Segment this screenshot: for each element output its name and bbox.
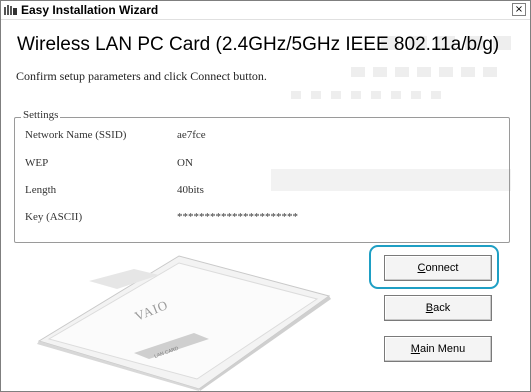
main-menu-label: ain Menu [419, 343, 466, 355]
app-icon [4, 5, 17, 15]
close-button[interactable]: × [512, 3, 526, 16]
setting-row-ssid: Network Name (SSID) ae7fce [25, 129, 206, 141]
settings-legend: Settings [21, 109, 61, 121]
title-bar: Easy Installation Wizard × [1, 1, 530, 20]
main-menu-mnemonic: M [410, 343, 420, 355]
setting-label: Network Name (SSID) [25, 129, 127, 141]
setting-row-key: Key (ASCII) ********************** [25, 211, 298, 223]
setting-value: ********************** [177, 211, 298, 223]
setting-value: ae7fce [177, 129, 206, 141]
pc-card-illustration: VAIO LAN CARD [37, 255, 331, 391]
setting-value: ON [177, 157, 193, 169]
back-button[interactable]: Back [384, 295, 492, 321]
setting-label: Key (ASCII) [25, 211, 83, 223]
back-label: ack [433, 302, 451, 314]
close-icon: × [514, 4, 524, 15]
main-menu-button[interactable]: Main Menu [384, 336, 492, 362]
instruction-text: Confirm setup parameters and click Conne… [16, 69, 267, 83]
setting-label: WEP [25, 157, 49, 169]
connect-button[interactable]: Connect [384, 255, 492, 281]
setting-label: Length [25, 184, 57, 196]
connect-label: onnect [425, 262, 459, 274]
window-title: Easy Installation Wizard [21, 3, 159, 17]
back-mnemonic: B [425, 302, 434, 314]
setting-row-length: Length 40bits [25, 184, 204, 196]
page-title: Wireless LAN PC Card (2.4GHz/5GHz IEEE 8… [17, 34, 500, 55]
setting-value: 40bits [177, 184, 204, 196]
setting-row-wep: WEP ON [25, 157, 193, 169]
wizard-window: Easy Installation Wizard × Wireless LAN … [0, 0, 531, 392]
